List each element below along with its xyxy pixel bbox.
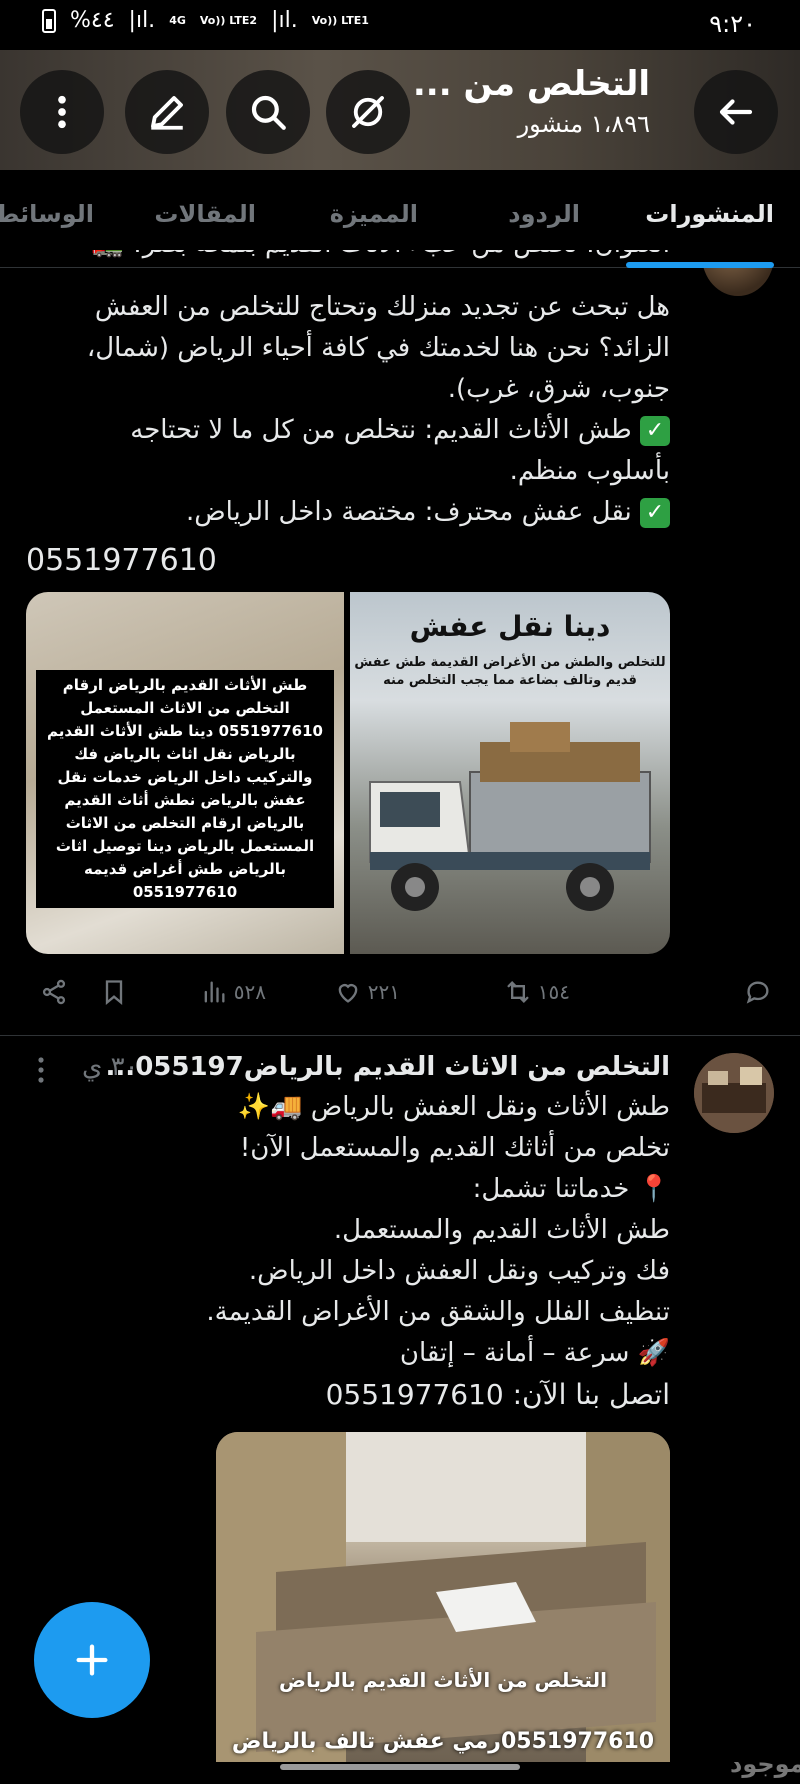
bookmark-button[interactable]	[100, 978, 128, 1006]
post-time: ٣٠ ي	[82, 1052, 139, 1082]
post-divider	[0, 1035, 800, 1036]
furniture-image-caption: طش الأثاث القديم بالرياض ارقام التخلص من…	[36, 670, 334, 908]
search-icon	[251, 95, 286, 130]
post-phone[interactable]: 0551977610	[26, 540, 217, 581]
truck-image-caption: للتخلص والطش من الأغراض القديمة طش عفش ق…	[354, 655, 666, 688]
signal-icon-2: |ıl.	[271, 8, 298, 33]
sofa-illustration	[216, 1432, 670, 1762]
avatar-image	[694, 1053, 774, 1133]
pencil-icon	[151, 96, 183, 130]
repost-icon	[507, 981, 529, 1003]
post-line: هل تبحث عن تجديد منزلك وتحتاج للتخلص من …	[94, 292, 670, 322]
tab-media[interactable]: الوسائط	[0, 200, 94, 228]
network-lte2: Vo)) LTE2	[199, 14, 258, 27]
signal-icon: |ıl.	[128, 8, 156, 33]
header-title-block: التخلص من ... ١،٨٩٦ منشور	[413, 64, 650, 138]
post-image-furniture[interactable]: طش الأثاث القديم بالرياض ارقام التخلص من…	[26, 592, 344, 954]
post-line: طش الأثاث ونقل العفش بالرياض 🚚✨	[237, 1092, 670, 1122]
clock: ٩:٢٠	[709, 10, 756, 38]
post-line: نقل عفش محترف: مختصة داخل الرياض.	[185, 497, 632, 527]
tab-articles[interactable]: المقالات	[154, 200, 256, 228]
post-partial-text: العنوان: تخلص من عبء الأثاث القديم بلمحة…	[92, 250, 670, 259]
network-type: 4G	[169, 14, 186, 27]
edit-button[interactable]	[125, 70, 209, 154]
post-count: ١،٨٩٦ منشور	[517, 110, 650, 138]
post-line-check: ✓ نقل عفش محترف: مختصة داخل الرياض.	[10, 492, 670, 533]
back-button[interactable]	[694, 70, 778, 154]
profile-header: التخلص من ... ١،٨٩٦ منشور	[0, 50, 800, 170]
status-bar: %٤٤ |ıl. 4G Vo)) LTE2 |ıl. Vo)) LTE1 ٩:٢…	[0, 0, 800, 50]
truck-illustration	[369, 722, 651, 911]
watermark: موجود	[730, 1750, 800, 1778]
compose-button[interactable]	[34, 1602, 150, 1718]
network-lte1: Vo)) LTE1	[311, 14, 369, 27]
avatar[interactable]	[694, 1053, 774, 1133]
plus-icon	[76, 1644, 108, 1676]
like-count: ٢٢١	[367, 980, 400, 1004]
bookmark-icon	[105, 980, 123, 1005]
post-line: 🚀 سرعة – أمانة – إتقان	[399, 1338, 670, 1368]
post-line: بأسلوب منظم.	[509, 456, 670, 486]
post-image-truck[interactable]: دينا نقل عفش للتخلص والطش من الأغراض الق…	[350, 592, 670, 954]
system-indicators: %٤٤ |ıl. 4G Vo)) LTE2 |ıl. Vo)) LTE1	[42, 8, 369, 33]
post-actions: ١٥٤ ٢٢١ ٥٢٨	[0, 970, 800, 1020]
post-line: فك وتركيب ونقل العفش داخل الرياض.	[248, 1256, 670, 1286]
post-image-sofa[interactable]: التخلص من الأثاث القديم بالرياض 05519776…	[216, 1432, 670, 1762]
truck-image-title: دينا نقل عفش	[409, 610, 611, 643]
views-button[interactable]: ٥٢٨	[200, 978, 266, 1006]
post-line: 📍 خدماتنا تشمل:	[472, 1174, 670, 1204]
battery-level: %٤٤	[70, 8, 115, 33]
back-arrow-icon	[719, 99, 753, 125]
share-icon	[42, 979, 66, 1005]
view-count: ٥٢٨	[233, 980, 266, 1004]
repost-button[interactable]: ١٥٤	[504, 978, 570, 1006]
post-author-name[interactable]: التخلص من الاثاث القديم بالرياض055197...	[106, 1047, 670, 1088]
like-button[interactable]: ٢٢١	[334, 978, 400, 1006]
post-line: جنوب، شرق، غرب).	[447, 374, 670, 404]
post-line-check: ✓ طش الأثاث القديم: نتخلص من كل ما لا تح…	[10, 410, 670, 451]
reply-icon	[746, 981, 769, 1004]
page-title: التخلص من ...	[412, 64, 650, 104]
grok-button[interactable]	[326, 70, 410, 154]
post-body: هل تبحث عن تجديد منزلك وتحتاج للتخلص من …	[10, 287, 670, 533]
views-icon	[204, 981, 225, 1003]
grok-icon	[352, 96, 384, 128]
tab-highlights[interactable]: المميزة	[330, 200, 418, 228]
more-button[interactable]	[20, 70, 104, 154]
battery-icon	[42, 8, 56, 33]
post-line: تنظيف الفلل والشقق من الأغراض القديمة.	[206, 1297, 670, 1327]
post-line: طش الأثاث القديم: نتخلص من كل ما لا تحتا…	[130, 415, 632, 445]
repost-count: ١٥٤	[537, 980, 570, 1004]
tab-replies[interactable]: الردود	[508, 200, 580, 228]
post-partial-line: العنوان: تخلص من عبء الأثاث القديم بلمحة…	[20, 250, 670, 272]
home-indicator[interactable]	[280, 1764, 520, 1770]
heart-icon	[338, 984, 358, 1003]
more-vertical-icon	[58, 95, 66, 129]
sofa-image-caption-1: التخلص من الأثاث القديم بالرياض	[279, 1668, 607, 1692]
post-line: طش الأثاث القديم والمستعمل.	[333, 1215, 670, 1245]
sofa-image-caption-2: 0551977610رمي عفش تالف بالرياض	[231, 1729, 655, 1754]
post-line: تخلص من أثاثك القديم والمستعمل الآن!	[239, 1133, 670, 1163]
post-body: طش الأثاث ونقل العفش بالرياض 🚚✨ تخلص من …	[50, 1087, 670, 1415]
search-button[interactable]	[226, 70, 310, 154]
post-line: الزائد؟ نحن هنا لخدمتك في كافة أحياء الر…	[86, 333, 670, 363]
post-line: اتصل بنا الآن: 0551977610	[325, 1378, 670, 1411]
check-icon: ✓	[640, 415, 670, 446]
share-button[interactable]	[40, 978, 68, 1006]
more-vertical-icon	[38, 1057, 44, 1083]
tab-posts[interactable]: المنشورات	[645, 200, 774, 228]
post-more-button[interactable]	[34, 1055, 48, 1089]
reply-button[interactable]	[744, 978, 772, 1006]
check-icon: ✓	[640, 497, 670, 528]
